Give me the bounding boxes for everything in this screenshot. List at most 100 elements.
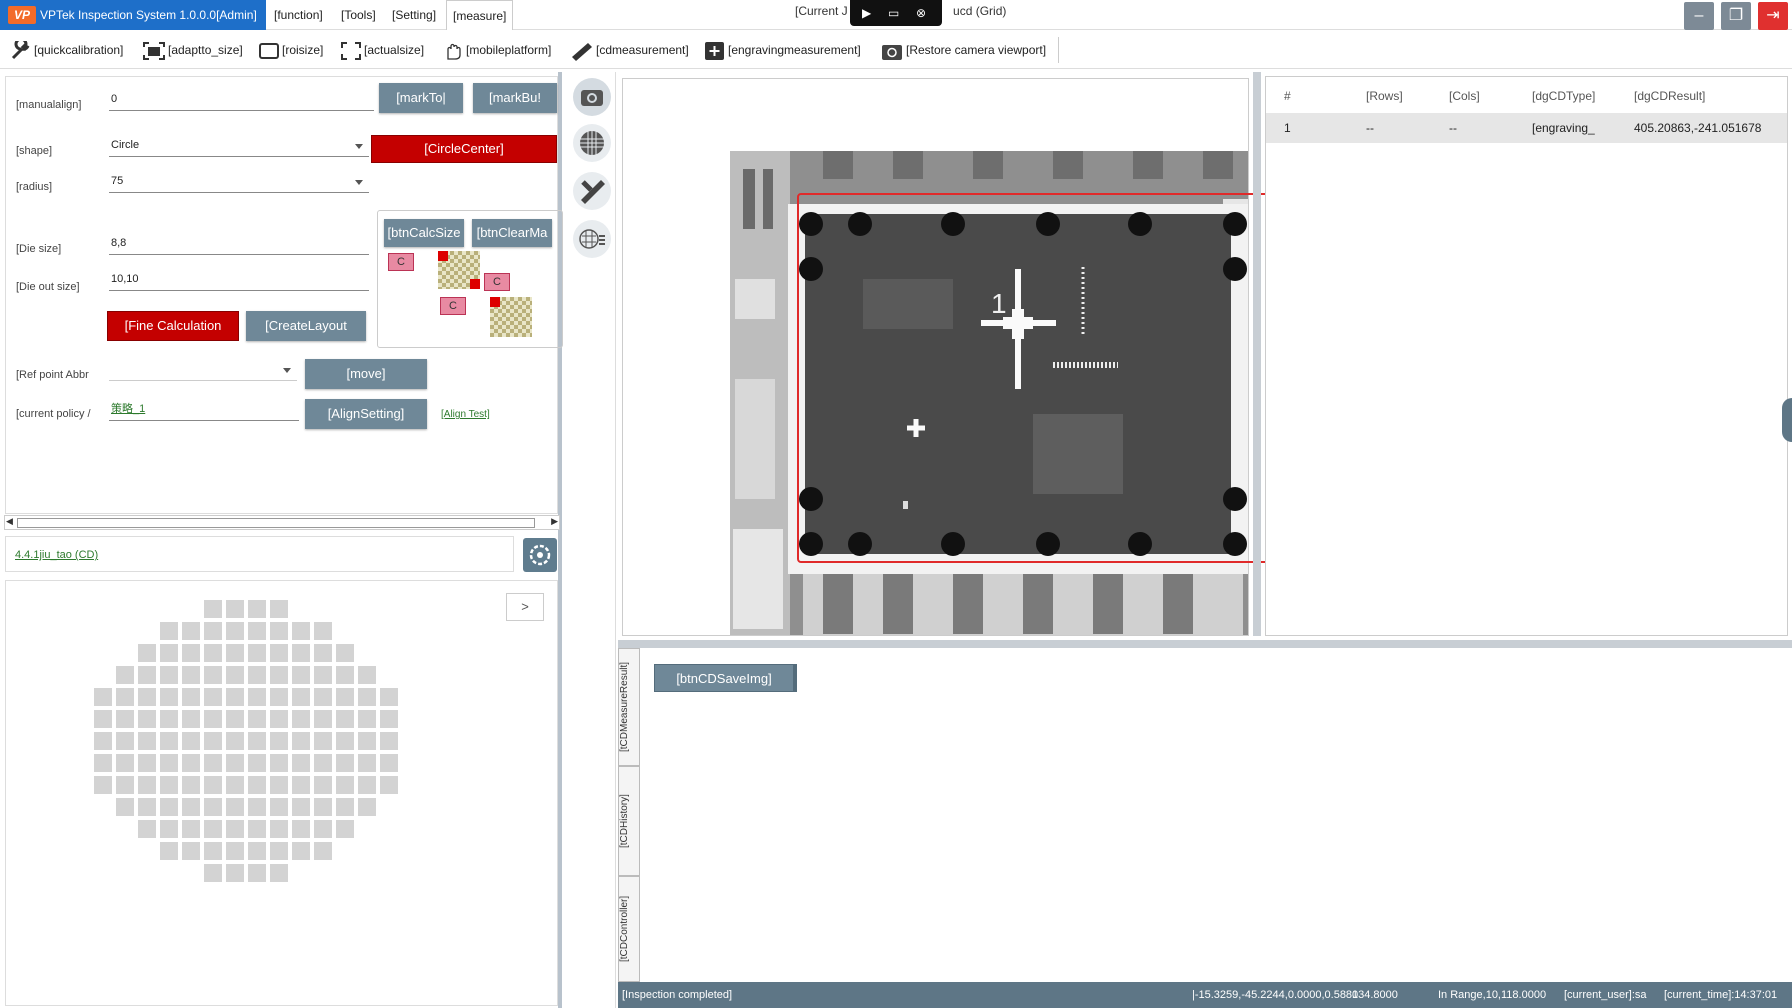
wafer-die[interactable] xyxy=(204,820,222,838)
wafer-die[interactable] xyxy=(270,688,288,706)
roisize-button[interactable]: [roisize] xyxy=(258,39,323,61)
wafer-die[interactable] xyxy=(138,754,156,772)
exit-button[interactable]: ⇥ xyxy=(1758,2,1788,30)
move-button[interactable]: [move] xyxy=(305,359,427,389)
wafer-die[interactable] xyxy=(248,820,266,838)
camera-button[interactable] xyxy=(573,78,611,116)
wafer-die[interactable] xyxy=(226,732,244,750)
wafer-die[interactable] xyxy=(270,710,288,728)
wafer-die[interactable] xyxy=(380,754,398,772)
wafer-die[interactable] xyxy=(226,600,244,618)
wafer-die[interactable] xyxy=(182,754,200,772)
tab-cd-measure-result[interactable]: [tCDMeasureResult] xyxy=(618,648,640,766)
col-header-index[interactable]: # xyxy=(1284,89,1291,103)
wafer-die[interactable] xyxy=(160,820,178,838)
wafer-die[interactable] xyxy=(226,754,244,772)
recipe-settings-button[interactable] xyxy=(523,538,557,572)
wafer-die[interactable] xyxy=(380,776,398,794)
wafer-die[interactable] xyxy=(248,688,266,706)
scroll-right-arrow[interactable]: ▶ xyxy=(551,516,558,527)
cd-save-image-button[interactable]: [btnCDSaveImg] xyxy=(654,664,794,692)
wafer-die[interactable] xyxy=(248,798,266,816)
manualalign-input[interactable]: 0 xyxy=(109,89,374,111)
wafer-die[interactable] xyxy=(204,644,222,662)
wafer-die[interactable] xyxy=(160,622,178,640)
wafer-die[interactable] xyxy=(358,710,376,728)
wafer-die[interactable] xyxy=(314,622,332,640)
wafer-die[interactable] xyxy=(204,842,222,860)
wafer-die[interactable] xyxy=(292,666,310,684)
wafer-die[interactable] xyxy=(204,798,222,816)
wafer-die[interactable] xyxy=(292,842,310,860)
maximize-button[interactable]: ❐ xyxy=(1721,2,1751,30)
wafer-die[interactable] xyxy=(160,644,178,662)
wafer-die[interactable] xyxy=(138,798,156,816)
wafer-die[interactable] xyxy=(226,776,244,794)
wafer-die[interactable] xyxy=(292,820,310,838)
wafer-die[interactable] xyxy=(270,864,288,882)
wafer-die[interactable] xyxy=(160,798,178,816)
menu-measure[interactable]: [measure] xyxy=(446,0,514,30)
wafer-die[interactable] xyxy=(336,710,354,728)
wafer-die[interactable] xyxy=(204,776,222,794)
cdmeasurement-button[interactable]: [cdmeasurement] xyxy=(570,39,689,61)
col-header-cdresult[interactable]: [dgCDResult] xyxy=(1634,89,1705,103)
wafer-die[interactable] xyxy=(292,798,310,816)
wafer-die[interactable] xyxy=(270,798,288,816)
wafer-die[interactable] xyxy=(138,710,156,728)
side-handle[interactable] xyxy=(1782,398,1792,442)
wafer-die[interactable] xyxy=(336,776,354,794)
keyboard-icon[interactable]: ▭ xyxy=(888,6,899,20)
wafer-die[interactable] xyxy=(270,600,288,618)
calc-size-button[interactable]: [btnCalcSize xyxy=(384,219,464,247)
wafer-die[interactable] xyxy=(116,710,134,728)
wafer-die[interactable] xyxy=(358,798,376,816)
align-test-link[interactable]: [Align Test] xyxy=(441,409,490,420)
wafer-die[interactable] xyxy=(292,644,310,662)
wafer-die[interactable] xyxy=(248,864,266,882)
fine-calculation-button[interactable]: [Fine Calculation xyxy=(107,311,239,341)
wafer-die[interactable] xyxy=(336,688,354,706)
wafer-die[interactable] xyxy=(248,732,266,750)
wafer-die[interactable] xyxy=(116,776,134,794)
wafer-die[interactable] xyxy=(248,710,266,728)
wafer-die[interactable] xyxy=(138,732,156,750)
wafer-die[interactable] xyxy=(270,820,288,838)
wafer-die[interactable] xyxy=(94,754,112,772)
shape-select[interactable]: Circle xyxy=(109,135,369,157)
wafer-die[interactable] xyxy=(314,776,332,794)
wafer-die[interactable] xyxy=(248,754,266,772)
current-policy-link[interactable]: 策略_1 xyxy=(109,399,299,421)
mark-bottom-button[interactable]: [markBu! xyxy=(473,83,557,113)
create-layout-button[interactable]: [CreateLayout xyxy=(246,311,366,341)
wafer-die[interactable] xyxy=(226,688,244,706)
wafer-die[interactable] xyxy=(314,710,332,728)
grid-overlay-button[interactable] xyxy=(573,124,611,162)
wafer-die[interactable] xyxy=(160,754,178,772)
wafer-die[interactable] xyxy=(182,622,200,640)
wafer-die[interactable] xyxy=(138,644,156,662)
mark-top-button[interactable]: [markTo| xyxy=(379,83,463,113)
wafer-die[interactable] xyxy=(248,666,266,684)
wafer-die[interactable] xyxy=(94,688,112,706)
tab-cd-history[interactable]: [tCDHistory] xyxy=(618,766,640,876)
menu-setting[interactable]: [Setting] xyxy=(386,0,442,30)
wafer-die[interactable] xyxy=(204,600,222,618)
circle-center-button[interactable]: [CircleCenter] xyxy=(371,135,557,163)
wafer-die[interactable] xyxy=(248,644,266,662)
menu-function[interactable]: [function] xyxy=(268,0,329,30)
wafer-die[interactable] xyxy=(226,644,244,662)
wafer-die[interactable] xyxy=(336,732,354,750)
wafer-die[interactable] xyxy=(314,754,332,772)
play-icon[interactable]: ▶ xyxy=(862,6,871,20)
wafer-die[interactable] xyxy=(204,754,222,772)
wafer-die[interactable] xyxy=(248,776,266,794)
wafer-die[interactable] xyxy=(116,798,134,816)
col-header-cdtype[interactable]: [dgCDType] xyxy=(1532,89,1595,103)
corner-c-box[interactable]: C xyxy=(388,253,414,271)
vertical-splitter[interactable] xyxy=(1253,72,1261,636)
wafer-die[interactable] xyxy=(292,710,310,728)
scroll-left-arrow[interactable]: ◀ xyxy=(6,516,13,527)
wafer-die[interactable] xyxy=(160,776,178,794)
wafer-next-button[interactable]: > xyxy=(506,593,544,621)
